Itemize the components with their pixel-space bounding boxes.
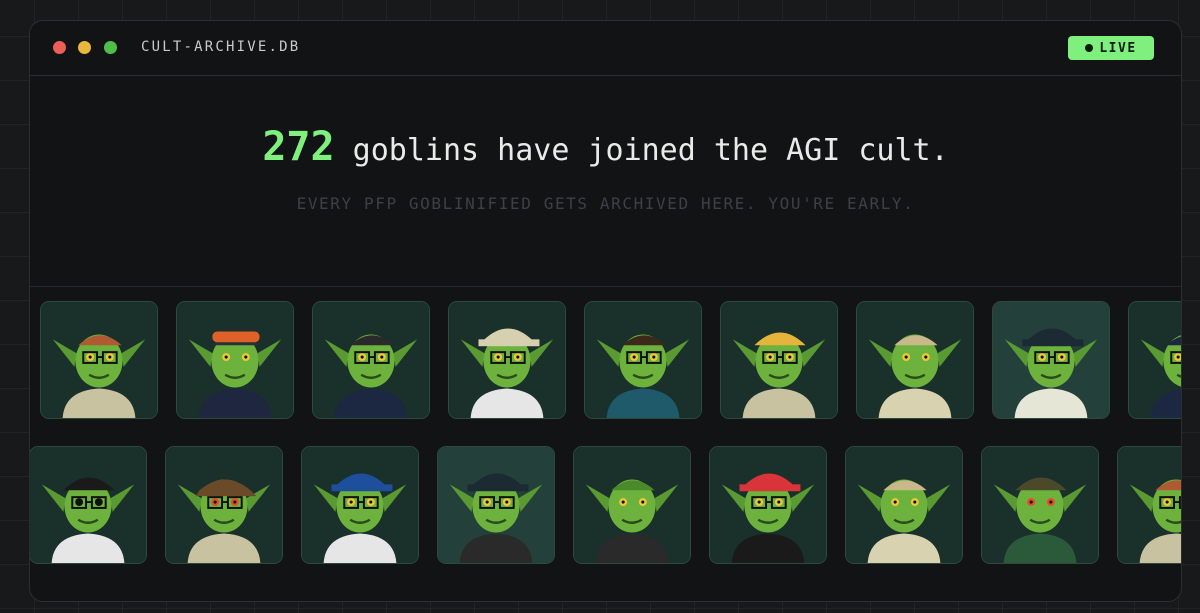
goblin-avatar-tile[interactable] [448, 301, 566, 419]
goblin-avatar-tile[interactable] [312, 301, 430, 419]
goblin-avatar-tile[interactable] [992, 301, 1110, 419]
minimize-window-button[interactable] [78, 41, 91, 54]
goblin-avatar-tile[interactable] [437, 446, 555, 564]
goblin-avatar-tile[interactable] [30, 446, 147, 564]
goblin-avatar-tile[interactable] [165, 446, 283, 564]
goblin-count: 272 [262, 124, 335, 170]
goblin-avatar-tile[interactable] [856, 301, 974, 419]
goblin-avatar-tile[interactable] [584, 301, 702, 419]
headline-text: goblins have joined the AGI cult. [334, 133, 949, 168]
goblin-avatar-tile[interactable] [981, 446, 1099, 564]
hero-headline: 272 goblins have joined the AGI cult. [30, 124, 1181, 170]
goblin-avatar-tile[interactable] [709, 446, 827, 564]
goblin-avatar-tile[interactable] [573, 446, 691, 564]
close-window-button[interactable] [53, 41, 66, 54]
live-indicator-icon [1085, 44, 1094, 52]
maximize-window-button[interactable] [104, 41, 117, 54]
live-status-badge: LIVE [1068, 36, 1154, 60]
hero-subline: EVERY PFP GOBLINIFIED GETS ARCHIVED HERE… [296, 194, 915, 213]
goblin-avatar-tile[interactable] [720, 301, 838, 419]
goblin-avatar-tile[interactable] [845, 446, 963, 564]
goblin-gallery [30, 286, 1181, 597]
goblin-avatar-tile[interactable] [301, 446, 419, 564]
goblin-avatar-tile[interactable] [176, 301, 294, 419]
gallery-row-1 [30, 301, 1181, 421]
archive-window: CULT-ARCHIVE.DB LIVE 272 goblins have jo… [29, 20, 1182, 602]
window-titlebar: CULT-ARCHIVE.DB LIVE [30, 21, 1181, 76]
live-status-label: LIVE [1099, 40, 1137, 56]
window-title: CULT-ARCHIVE.DB [141, 39, 301, 55]
goblin-avatar-tile[interactable] [40, 301, 158, 419]
goblin-avatar-tile[interactable] [1128, 301, 1181, 419]
goblin-avatar-tile[interactable] [1117, 446, 1181, 564]
gallery-row-2 [30, 446, 1181, 566]
